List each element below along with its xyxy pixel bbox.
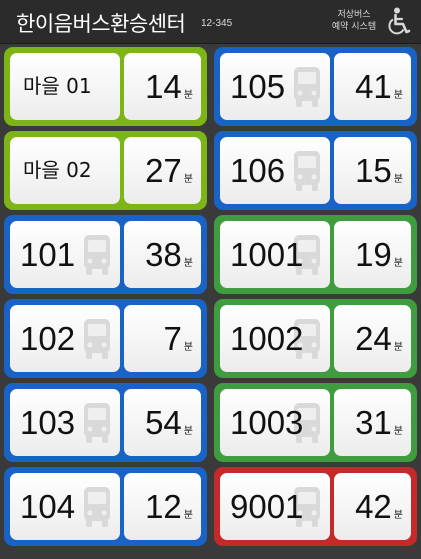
- eta-box: 19 분: [334, 221, 411, 288]
- eta-box: 41 분: [334, 53, 411, 120]
- eta-box: 27 분: [124, 137, 201, 204]
- eta-minutes: 14: [145, 68, 182, 105]
- bus-icon: [294, 151, 320, 191]
- route-card[interactable]: 1001 19 분: [214, 215, 417, 294]
- stop-id: 12-345: [201, 18, 233, 29]
- bus-icon: [84, 403, 110, 443]
- route-number-box: 마을 02: [10, 137, 120, 204]
- eta-unit: 분: [393, 90, 403, 101]
- route-number: 마을 02: [23, 158, 92, 182]
- eta-minutes: 38: [145, 236, 182, 273]
- eta-box: 15 분: [334, 137, 411, 204]
- route-number-box: 103: [10, 389, 120, 456]
- route-number: 1003: [230, 404, 304, 441]
- route-number-box: 1002: [220, 305, 330, 372]
- header-bar: 한이음버스환승센터 12-345 저상버스 예약 시스템: [0, 0, 421, 44]
- route-number: 1002: [230, 320, 304, 357]
- eta-unit: 분: [183, 342, 193, 353]
- route-card[interactable]: 101 38 분: [4, 215, 207, 294]
- route-number-box: 101: [10, 221, 120, 288]
- eta-box: 54 분: [124, 389, 201, 456]
- route-number-box: 9001: [220, 473, 330, 540]
- arrival-board: 마을 01 14 분 마을 02 27 분 101 38 분 102 7 분 103 54 분 104 12 분 1…: [4, 47, 417, 555]
- eta-minutes: 19: [355, 236, 392, 273]
- bus-icon: [294, 67, 320, 107]
- route-number-box: 102: [10, 305, 120, 372]
- eta-box: 7분: [124, 305, 201, 372]
- route-number: 마을 01: [23, 74, 92, 98]
- route-card[interactable]: 104 12 분: [4, 467, 207, 546]
- route-number: 103: [20, 404, 76, 441]
- route-card[interactable]: 9001 42 분: [214, 467, 417, 546]
- route-card[interactable]: 106 15 분: [214, 131, 417, 210]
- route-number: 105: [230, 68, 286, 105]
- eta-box: 14 분: [124, 53, 201, 120]
- eta-box: 24 분: [334, 305, 411, 372]
- eta-minutes: 42: [355, 488, 392, 525]
- route-card[interactable]: 103 54 분: [4, 383, 207, 462]
- route-card[interactable]: 마을 01 14 분: [4, 47, 207, 126]
- eta-minutes: 41: [355, 68, 392, 105]
- route-number-box: 106: [220, 137, 330, 204]
- eta-minutes: 27: [145, 152, 182, 189]
- lowfloor-label-line1: 저상버스: [337, 10, 371, 20]
- eta-box: 12 분: [124, 473, 201, 540]
- route-card[interactable]: 마을 02 27 분: [4, 131, 207, 210]
- eta-unit: 분: [393, 426, 403, 437]
- bus-icon: [84, 487, 110, 527]
- eta-unit: 분: [183, 258, 193, 269]
- eta-minutes: 15: [355, 152, 392, 189]
- eta-box: 38 분: [124, 221, 201, 288]
- eta-minutes: 24: [355, 320, 392, 357]
- eta-unit: 분: [393, 174, 403, 185]
- eta-unit: 분: [393, 342, 403, 353]
- eta-unit: 분: [183, 174, 193, 185]
- eta-unit: 분: [393, 510, 403, 521]
- lowfloor-label-line2: 예약 시스템: [331, 22, 377, 32]
- route-number-box: 104: [10, 473, 120, 540]
- route-card[interactable]: 1002 24 분: [214, 299, 417, 378]
- lowfloor-booking-button[interactable]: 저상버스 예약 시스템: [326, 9, 382, 33]
- eta-unit: 분: [183, 426, 193, 437]
- route-number-box: 1003: [220, 389, 330, 456]
- bus-icon: [84, 319, 110, 359]
- route-number-box: 1001: [220, 221, 330, 288]
- route-number: 102: [20, 320, 76, 357]
- eta-minutes: 7: [163, 320, 182, 357]
- wheelchair-icon[interactable]: [386, 7, 412, 37]
- route-card[interactable]: 102 7 분: [4, 299, 207, 378]
- route-number: 1001: [230, 236, 304, 273]
- route-number: 106: [230, 152, 286, 189]
- route-number-box: 마을 01: [10, 53, 120, 120]
- eta-box: 42 분: [334, 473, 411, 540]
- route-card[interactable]: 1003 31 분: [214, 383, 417, 462]
- route-number: 101: [20, 236, 76, 273]
- eta-unit: 분: [183, 90, 193, 101]
- route-number-box: 105: [220, 53, 330, 120]
- station-name: 한이음버스환승센터: [16, 12, 186, 36]
- bus-icon: [84, 235, 110, 275]
- eta-minutes: 12: [145, 488, 182, 525]
- eta-box: 31 분: [334, 389, 411, 456]
- route-card[interactable]: 105 41 분: [214, 47, 417, 126]
- eta-unit: 분: [183, 510, 193, 521]
- eta-minutes: 54: [145, 404, 182, 441]
- route-number: 9001: [230, 488, 304, 525]
- eta-minutes: 31: [355, 404, 392, 441]
- route-number: 104: [20, 488, 76, 525]
- eta-unit: 분: [393, 258, 403, 269]
